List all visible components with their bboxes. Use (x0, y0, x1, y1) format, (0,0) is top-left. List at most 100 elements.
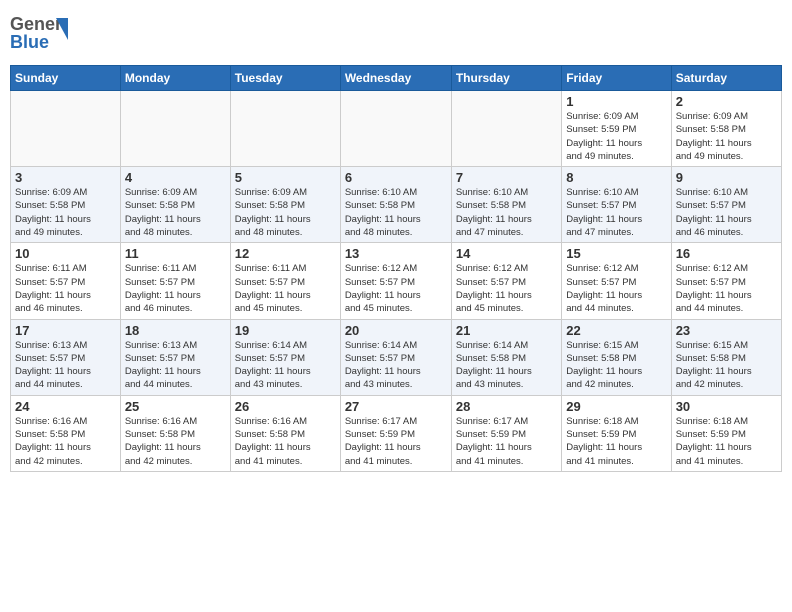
calendar-header-row: SundayMondayTuesdayWednesdayThursdayFrid… (11, 66, 782, 91)
day-info: Sunrise: 6:18 AM Sunset: 5:59 PM Dayligh… (566, 415, 666, 468)
day-number: 3 (15, 170, 116, 185)
calendar-cell (340, 91, 451, 167)
calendar-cell: 17Sunrise: 6:13 AM Sunset: 5:57 PM Dayli… (11, 319, 121, 395)
day-info: Sunrise: 6:11 AM Sunset: 5:57 PM Dayligh… (125, 262, 226, 315)
day-number: 5 (235, 170, 336, 185)
day-number: 20 (345, 323, 447, 338)
day-info: Sunrise: 6:17 AM Sunset: 5:59 PM Dayligh… (456, 415, 557, 468)
calendar-week-row: 3Sunrise: 6:09 AM Sunset: 5:58 PM Daylig… (11, 167, 782, 243)
day-number: 17 (15, 323, 116, 338)
day-info: Sunrise: 6:10 AM Sunset: 5:58 PM Dayligh… (345, 186, 447, 239)
day-number: 29 (566, 399, 666, 414)
day-info: Sunrise: 6:16 AM Sunset: 5:58 PM Dayligh… (15, 415, 116, 468)
day-info: Sunrise: 6:09 AM Sunset: 5:59 PM Dayligh… (566, 110, 666, 163)
calendar-cell: 9Sunrise: 6:10 AM Sunset: 5:57 PM Daylig… (671, 167, 781, 243)
day-info: Sunrise: 6:14 AM Sunset: 5:57 PM Dayligh… (345, 339, 447, 392)
svg-text:Blue: Blue (10, 32, 49, 52)
calendar-cell: 11Sunrise: 6:11 AM Sunset: 5:57 PM Dayli… (120, 243, 230, 319)
day-number: 14 (456, 246, 557, 261)
day-header-saturday: Saturday (671, 66, 781, 91)
calendar-cell: 13Sunrise: 6:12 AM Sunset: 5:57 PM Dayli… (340, 243, 451, 319)
day-number: 26 (235, 399, 336, 414)
day-info: Sunrise: 6:16 AM Sunset: 5:58 PM Dayligh… (235, 415, 336, 468)
calendar-cell: 20Sunrise: 6:14 AM Sunset: 5:57 PM Dayli… (340, 319, 451, 395)
day-number: 28 (456, 399, 557, 414)
calendar-cell: 25Sunrise: 6:16 AM Sunset: 5:58 PM Dayli… (120, 395, 230, 471)
day-number: 4 (125, 170, 226, 185)
calendar-cell: 5Sunrise: 6:09 AM Sunset: 5:58 PM Daylig… (230, 167, 340, 243)
day-number: 13 (345, 246, 447, 261)
day-number: 9 (676, 170, 777, 185)
day-number: 30 (676, 399, 777, 414)
calendar-cell: 14Sunrise: 6:12 AM Sunset: 5:57 PM Dayli… (451, 243, 561, 319)
logo-icon: General Blue (10, 10, 68, 54)
day-info: Sunrise: 6:12 AM Sunset: 5:57 PM Dayligh… (566, 262, 666, 315)
calendar-cell: 24Sunrise: 6:16 AM Sunset: 5:58 PM Dayli… (11, 395, 121, 471)
day-info: Sunrise: 6:12 AM Sunset: 5:57 PM Dayligh… (456, 262, 557, 315)
calendar-cell: 8Sunrise: 6:10 AM Sunset: 5:57 PM Daylig… (562, 167, 671, 243)
day-info: Sunrise: 6:09 AM Sunset: 5:58 PM Dayligh… (125, 186, 226, 239)
calendar-cell: 1Sunrise: 6:09 AM Sunset: 5:59 PM Daylig… (562, 91, 671, 167)
calendar-cell: 3Sunrise: 6:09 AM Sunset: 5:58 PM Daylig… (11, 167, 121, 243)
logo: General Blue (10, 10, 68, 59)
calendar-table: SundayMondayTuesdayWednesdayThursdayFrid… (10, 65, 782, 472)
day-header-sunday: Sunday (11, 66, 121, 91)
calendar-cell (11, 91, 121, 167)
day-info: Sunrise: 6:17 AM Sunset: 5:59 PM Dayligh… (345, 415, 447, 468)
day-header-thursday: Thursday (451, 66, 561, 91)
day-number: 15 (566, 246, 666, 261)
day-number: 7 (456, 170, 557, 185)
calendar-cell: 19Sunrise: 6:14 AM Sunset: 5:57 PM Dayli… (230, 319, 340, 395)
calendar-week-row: 10Sunrise: 6:11 AM Sunset: 5:57 PM Dayli… (11, 243, 782, 319)
day-info: Sunrise: 6:09 AM Sunset: 5:58 PM Dayligh… (676, 110, 777, 163)
calendar-cell (120, 91, 230, 167)
page-header: General Blue (10, 10, 782, 59)
day-number: 8 (566, 170, 666, 185)
calendar-cell: 2Sunrise: 6:09 AM Sunset: 5:58 PM Daylig… (671, 91, 781, 167)
day-info: Sunrise: 6:11 AM Sunset: 5:57 PM Dayligh… (15, 262, 116, 315)
day-info: Sunrise: 6:12 AM Sunset: 5:57 PM Dayligh… (345, 262, 447, 315)
day-info: Sunrise: 6:15 AM Sunset: 5:58 PM Dayligh… (676, 339, 777, 392)
day-info: Sunrise: 6:09 AM Sunset: 5:58 PM Dayligh… (235, 186, 336, 239)
calendar-cell: 6Sunrise: 6:10 AM Sunset: 5:58 PM Daylig… (340, 167, 451, 243)
day-number: 11 (125, 246, 226, 261)
day-number: 18 (125, 323, 226, 338)
calendar-cell: 12Sunrise: 6:11 AM Sunset: 5:57 PM Dayli… (230, 243, 340, 319)
day-info: Sunrise: 6:10 AM Sunset: 5:57 PM Dayligh… (676, 186, 777, 239)
calendar-cell: 29Sunrise: 6:18 AM Sunset: 5:59 PM Dayli… (562, 395, 671, 471)
day-info: Sunrise: 6:14 AM Sunset: 5:58 PM Dayligh… (456, 339, 557, 392)
calendar-cell: 15Sunrise: 6:12 AM Sunset: 5:57 PM Dayli… (562, 243, 671, 319)
calendar-cell: 23Sunrise: 6:15 AM Sunset: 5:58 PM Dayli… (671, 319, 781, 395)
day-info: Sunrise: 6:16 AM Sunset: 5:58 PM Dayligh… (125, 415, 226, 468)
calendar-cell: 28Sunrise: 6:17 AM Sunset: 5:59 PM Dayli… (451, 395, 561, 471)
calendar-cell (451, 91, 561, 167)
day-info: Sunrise: 6:10 AM Sunset: 5:57 PM Dayligh… (566, 186, 666, 239)
day-number: 19 (235, 323, 336, 338)
day-number: 25 (125, 399, 226, 414)
calendar-cell: 26Sunrise: 6:16 AM Sunset: 5:58 PM Dayli… (230, 395, 340, 471)
day-info: Sunrise: 6:10 AM Sunset: 5:58 PM Dayligh… (456, 186, 557, 239)
day-number: 12 (235, 246, 336, 261)
day-number: 16 (676, 246, 777, 261)
day-number: 1 (566, 94, 666, 109)
day-header-tuesday: Tuesday (230, 66, 340, 91)
day-info: Sunrise: 6:12 AM Sunset: 5:57 PM Dayligh… (676, 262, 777, 315)
day-info: Sunrise: 6:15 AM Sunset: 5:58 PM Dayligh… (566, 339, 666, 392)
day-info: Sunrise: 6:09 AM Sunset: 5:58 PM Dayligh… (15, 186, 116, 239)
day-number: 27 (345, 399, 447, 414)
calendar-week-row: 17Sunrise: 6:13 AM Sunset: 5:57 PM Dayli… (11, 319, 782, 395)
calendar-cell: 30Sunrise: 6:18 AM Sunset: 5:59 PM Dayli… (671, 395, 781, 471)
day-number: 10 (15, 246, 116, 261)
day-info: Sunrise: 6:13 AM Sunset: 5:57 PM Dayligh… (15, 339, 116, 392)
day-header-friday: Friday (562, 66, 671, 91)
calendar-cell: 18Sunrise: 6:13 AM Sunset: 5:57 PM Dayli… (120, 319, 230, 395)
calendar-cell: 21Sunrise: 6:14 AM Sunset: 5:58 PM Dayli… (451, 319, 561, 395)
calendar-cell: 4Sunrise: 6:09 AM Sunset: 5:58 PM Daylig… (120, 167, 230, 243)
calendar-week-row: 24Sunrise: 6:16 AM Sunset: 5:58 PM Dayli… (11, 395, 782, 471)
calendar-cell: 27Sunrise: 6:17 AM Sunset: 5:59 PM Dayli… (340, 395, 451, 471)
calendar-cell: 7Sunrise: 6:10 AM Sunset: 5:58 PM Daylig… (451, 167, 561, 243)
day-info: Sunrise: 6:18 AM Sunset: 5:59 PM Dayligh… (676, 415, 777, 468)
day-header-monday: Monday (120, 66, 230, 91)
day-info: Sunrise: 6:14 AM Sunset: 5:57 PM Dayligh… (235, 339, 336, 392)
day-header-wednesday: Wednesday (340, 66, 451, 91)
